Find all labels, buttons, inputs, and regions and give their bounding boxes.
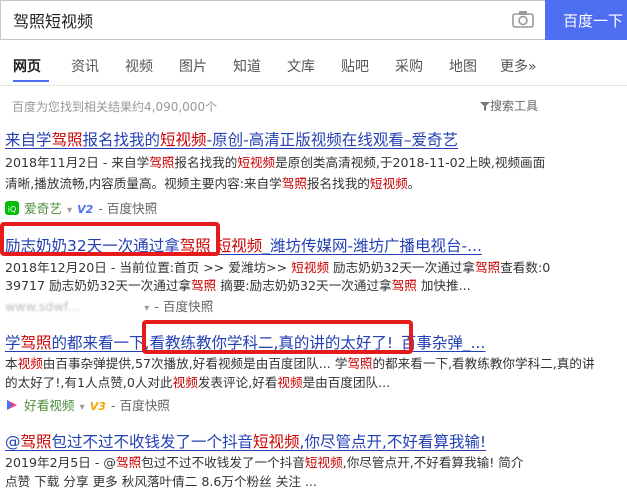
- search-button[interactable]: 百度一下: [545, 0, 627, 40]
- tab-zhidao[interactable]: 知道: [233, 56, 261, 76]
- result-snippet: 点赞 下载 分享 更多 秋风落叶倩二 8.6万个粉丝 关注 ...: [5, 474, 317, 489]
- result-snippet: 39717 励志奶奶32天一次通过拿驾照 摘要:励志奶奶32天一次通过拿驾照 加…: [5, 278, 471, 293]
- iqiyi-logo-icon: iQ: [5, 201, 19, 215]
- active-tab-indicator: [13, 80, 49, 82]
- snapshot-label: 百度快照: [119, 398, 170, 413]
- result-count: 百度为您找到相关结果约4,090,000个: [12, 100, 218, 114]
- chevron-down-icon[interactable]: ▾: [80, 402, 85, 413]
- snapshot-label: 百度快照: [162, 299, 214, 314]
- snapshot-link[interactable]: - 百度快照: [98, 201, 157, 216]
- tab-images[interactable]: 图片: [179, 56, 207, 76]
- tab-map[interactable]: 地图: [449, 56, 477, 76]
- result-title[interactable]: 来自学驾照报名找我的短视频-原创-高清正版视频在线观看–爱奇艺: [5, 128, 458, 150]
- chevron-down-icon[interactable]: ▾: [144, 303, 149, 314]
- result-source[interactable]: 爱奇艺: [24, 201, 62, 216]
- snapshot-label: 百度快照: [106, 201, 158, 216]
- result-snippet: 本视频由百事杂弹提供,57次播放,好看视频是由百度团队... 学驾照的都来看一下…: [5, 356, 595, 371]
- result-source-row: 好看视频 ▾ V3 - 百度快照: [5, 395, 170, 414]
- snapshot-link[interactable]: - 百度快照: [111, 398, 170, 413]
- annotation-box: [142, 320, 413, 354]
- result-snippet: 的太好了!,有1人点赞,0人对此视频发表评论,好看视频是由百度团队...: [5, 375, 391, 390]
- result-snippet: 2019年2月5日 - @驾照包过不过不收钱发了一个抖音短视频,你尽管点开,不好…: [5, 455, 524, 470]
- result-source-row: iQ 爱奇艺 ▾ V2 - 百度快照: [5, 198, 157, 217]
- result-snippet: 2018年12月20日 - 当前位置:首页 >> 爱潍坊>> 短视频 励志奶奶3…: [5, 260, 551, 275]
- result-snippet: 清晰,播放流畅,内容质量高。视频主要内容:来自学驾照报名找我的短视频。: [5, 176, 421, 191]
- result-source[interactable]: 好看视频: [24, 398, 74, 413]
- result-source[interactable]: www.sdwf...: [5, 299, 79, 314]
- filter-icon: [480, 102, 490, 111]
- tab-tieba[interactable]: 贴吧: [341, 56, 369, 76]
- tab-web[interactable]: 网页: [13, 56, 41, 76]
- result-source-row: www.sdwf... ▾ - 百度快照: [5, 296, 213, 315]
- divider: [0, 85, 627, 86]
- haokan-logo-icon: [7, 400, 17, 410]
- result-snippet: 2018年11月2日 - 来自学驾照报名找我的短视频是原创类高清视频,于2018…: [5, 155, 546, 170]
- verified-badge: V2: [77, 203, 94, 216]
- tab-more[interactable]: 更多»: [500, 56, 537, 76]
- annotation-box: [0, 222, 220, 256]
- camera-icon[interactable]: [512, 10, 534, 28]
- result-title[interactable]: @驾照包过不过不收钱发了一个抖音短视频,你尽管点开,不好看算我输!: [5, 430, 486, 452]
- search-tools-button[interactable]: 搜索工具: [480, 97, 538, 114]
- tab-video[interactable]: 视频: [125, 56, 153, 76]
- svg-text:iQ: iQ: [8, 205, 17, 214]
- tab-purchase[interactable]: 采购: [395, 56, 423, 76]
- tab-news[interactable]: 资讯: [71, 56, 99, 76]
- verified-badge: V3: [89, 400, 106, 413]
- snapshot-link[interactable]: - 百度快照: [154, 299, 213, 314]
- chevron-down-icon[interactable]: ▾: [67, 205, 72, 216]
- tab-wenku[interactable]: 文库: [287, 56, 315, 76]
- search-input[interactable]: [0, 0, 545, 40]
- search-tools-label: 搜索工具: [490, 99, 539, 113]
